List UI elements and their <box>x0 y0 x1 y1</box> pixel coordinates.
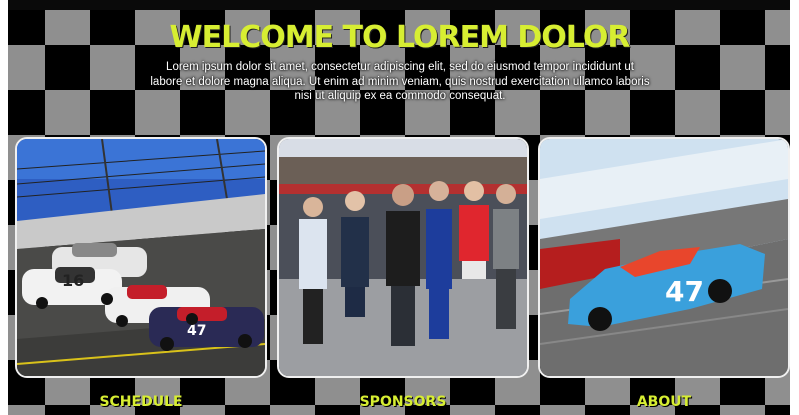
page-title: WELCOME TO LOREM DOLOR <box>169 20 631 55</box>
blue-race-car-image: 47 <box>540 139 788 376</box>
sponsors-card[interactable] <box>277 137 529 378</box>
schedule-card[interactable]: 16 20 47 <box>15 137 267 378</box>
svg-text:47: 47 <box>665 275 704 308</box>
hero-section: WELCOME TO LOREM DOLOR Lorem ipsum dolor… <box>0 10 799 130</box>
svg-text:16: 16 <box>62 271 84 290</box>
intro-text: Lorem ipsum dolor sit amet, consectetur … <box>150 61 650 102</box>
race-cars-image: 16 20 47 <box>17 139 265 376</box>
about-link[interactable]: ABOUT <box>538 394 790 410</box>
about-card[interactable]: 47 <box>538 137 790 378</box>
svg-text:20: 20 <box>147 286 165 301</box>
sponsors-link[interactable]: SPONSORS <box>277 394 529 410</box>
crew-group-image <box>279 139 527 376</box>
top-bar <box>0 0 799 10</box>
svg-text:47: 47 <box>187 323 206 339</box>
schedule-link[interactable]: SCHEDULE <box>15 394 267 410</box>
